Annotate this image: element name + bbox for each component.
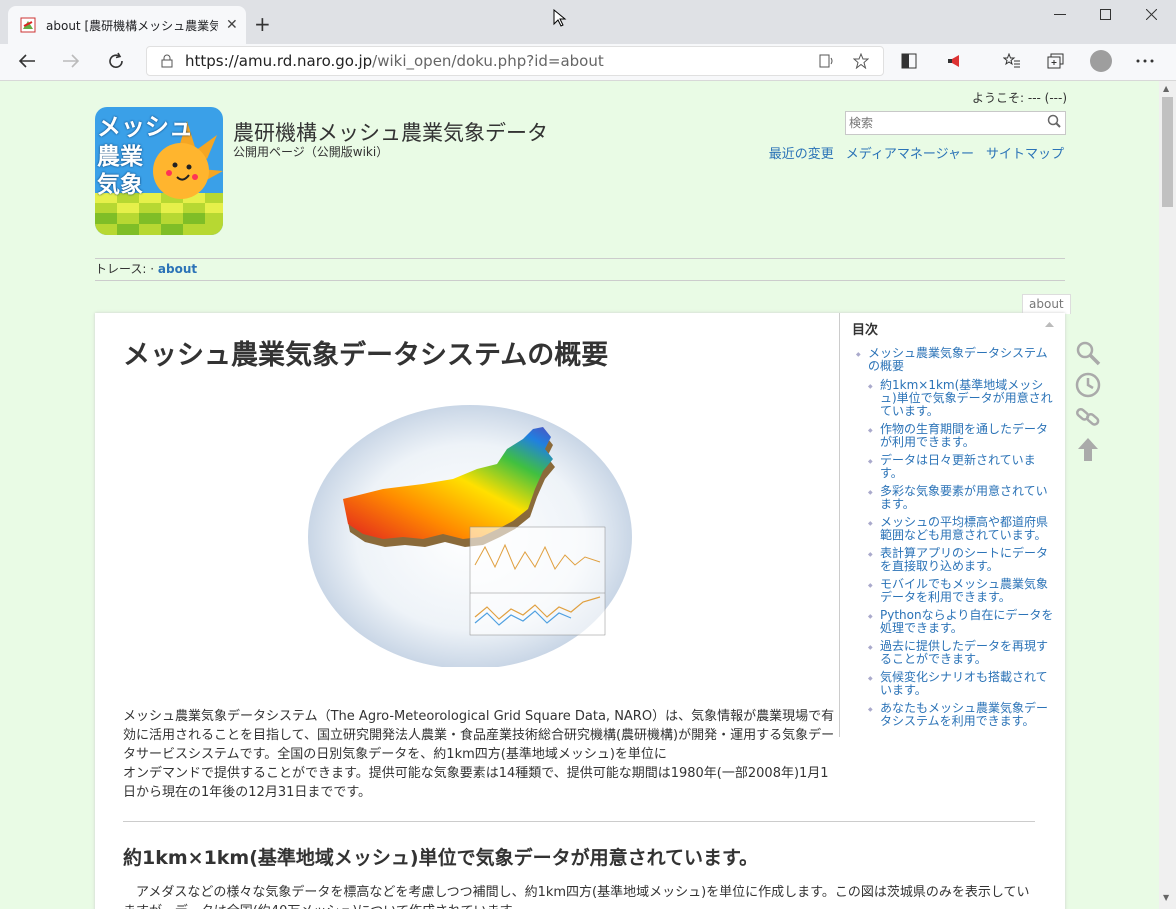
section-heading: 約1km×1km(基準地域メッシュ)単位で気象データが用意されています。 — [123, 847, 759, 869]
toc-item[interactable]: 表計算アプリのシートにデータを直接取り込めます。 — [854, 547, 1054, 573]
table-of-contents: 目次 メッシュ農業気象データシステムの概要 約1km×1km(基準地域メッシュ)… — [839, 313, 1065, 737]
article: メッシュ農業気象データシステムの概要 メッシュ農業気象データシステム（The A… — [95, 313, 1065, 909]
lock-icon — [161, 54, 173, 68]
tab-close-icon[interactable]: ✕ — [226, 17, 238, 33]
read-aloud-icon[interactable] — [819, 53, 835, 69]
collections-icon[interactable] — [1047, 53, 1065, 69]
breadcrumb: トレース: · about — [95, 258, 1065, 281]
search-icon[interactable] — [1047, 114, 1061, 128]
trace-label: トレース: · — [95, 262, 155, 276]
toc-item[interactable]: Pythonならより自在にデータを処理できます。 — [854, 609, 1054, 635]
scrollbar[interactable]: ▲ ▼ — [1159, 81, 1176, 909]
backlinks-icon[interactable] — [1074, 403, 1102, 431]
sitemap-link[interactable]: サイトマップ — [986, 147, 1064, 162]
intro-paragraph: メッシュ農業気象データシステム（The Agro-Meteorological … — [123, 707, 839, 802]
toc-item[interactable]: 気候変化シナリオも搭載されています。 — [854, 671, 1054, 697]
nav-bar: https://amu.rd.naro.go.jp/wiki_open/doku… — [0, 44, 1176, 81]
trace-link-about[interactable]: about — [158, 262, 197, 276]
mouse-cursor-icon — [553, 9, 567, 27]
toc-item[interactable]: モバイルでもメッシュ農業気象データを利用できます。 — [854, 578, 1054, 604]
user-status: ようこそ: --- (---) — [972, 91, 1068, 105]
intro-text-tail: オンデマンドで提供することができます。提供可能な気象要素は14種類で、提供可能な… — [123, 766, 829, 800]
url-path: /wiki_open/doku.php?id=about — [372, 52, 604, 70]
page-id[interactable]: about — [1022, 294, 1071, 314]
page-title: メッシュ農業気象データシステムの概要 — [123, 340, 609, 371]
toc-item[interactable]: 多彩な気象要素が用意されています。 — [854, 485, 1054, 511]
old-revisions-icon[interactable] — [1074, 371, 1102, 399]
site-tools: 最近の変更 メディアマネージャー サイトマップ — [757, 143, 1064, 162]
recent-changes-link[interactable]: 最近の変更 — [769, 147, 834, 162]
tab-bar: about [農研機構メッシュ農業気象デ ✕ + — [0, 0, 1176, 44]
new-tab-button[interactable]: + — [254, 12, 271, 36]
favorites-icon[interactable] — [1003, 53, 1021, 69]
browser-tab[interactable]: about [農研機構メッシュ農業気象デ ✕ — [8, 6, 246, 44]
page-tools — [1074, 339, 1102, 467]
toc-heading[interactable]: 目次 — [852, 319, 878, 338]
toc-item[interactable]: 約1km×1km(基準地域メッシュ)単位で気象データが用意されています。 — [854, 379, 1054, 418]
search-box — [845, 111, 1066, 135]
intro-text: メッシュ農業気象データシステム（The Agro-Meteorological … — [123, 709, 835, 762]
toc-item[interactable]: メッシュ農業気象データシステムの概要 — [854, 347, 1054, 373]
address-bar[interactable]: https://amu.rd.naro.go.jp/wiki_open/doku… — [146, 46, 884, 76]
minimize-icon[interactable] — [1054, 14, 1066, 16]
forward-icon[interactable] — [62, 53, 80, 69]
toc-item[interactable]: 作物の生育期間を通したデータが利用できます。 — [854, 423, 1054, 449]
toc-list: メッシュ農業気象データシステムの概要 約1km×1km(基準地域メッシュ)単位で… — [854, 347, 1054, 733]
site-logo[interactable]: メッシュ 農業 気象 — [95, 107, 223, 235]
url-host: https://amu.rd.naro.go.jp — [185, 52, 373, 70]
section-divider — [123, 821, 1035, 822]
search-page-icon[interactable] — [1074, 339, 1102, 367]
scroll-up-icon[interactable]: ▲ — [1163, 84, 1169, 93]
scroll-down-icon[interactable]: ▼ — [1163, 893, 1169, 902]
media-manager-link[interactable]: メディアマネージャー — [846, 147, 974, 162]
toc-item[interactable]: 過去に提供したデータを再現することができます。 — [854, 640, 1054, 666]
tab-title: about [農研機構メッシュ農業気象デ — [46, 18, 218, 33]
site-tagline: 公開用ページ（公開版wiki） — [233, 145, 389, 159]
extension-megaphone-icon[interactable] — [946, 53, 964, 69]
reading-view-icon[interactable] — [901, 53, 917, 69]
maximize-icon[interactable] — [1100, 9, 1111, 20]
toc-item[interactable]: データは日々更新されています。 — [854, 454, 1054, 480]
favorite-star-icon[interactable] — [853, 53, 869, 69]
japan-map-figure — [308, 405, 632, 667]
search-input[interactable] — [846, 113, 1039, 133]
more-menu-icon[interactable] — [1136, 59, 1154, 63]
favicon-icon — [20, 17, 36, 33]
profile-avatar[interactable] — [1090, 50, 1112, 72]
logo-text-3: 気象 — [97, 172, 143, 198]
back-icon[interactable] — [18, 53, 36, 69]
section-paragraph: アメダスなどの様々な気象データを標高などを考慮しつつ補間し、約1km四方(基準地… — [123, 885, 1030, 909]
toc-item[interactable]: メッシュの平均標高や都道府県範囲なども用意されています。 — [854, 516, 1054, 542]
refresh-icon[interactable] — [107, 52, 125, 70]
toc-collapse-icon[interactable] — [1045, 321, 1054, 328]
toc-item[interactable]: あなたもメッシュ農業気象データシステムを利用できます。 — [854, 702, 1054, 728]
close-window-icon[interactable] — [1146, 9, 1157, 20]
page: ようこそ: --- (---) メッシュ 農業 気象 農研機構メッシュ農業気象デ… — [0, 81, 1159, 909]
back-to-top-icon[interactable] — [1074, 435, 1102, 463]
scrollbar-thumb[interactable] — [1162, 97, 1173, 207]
